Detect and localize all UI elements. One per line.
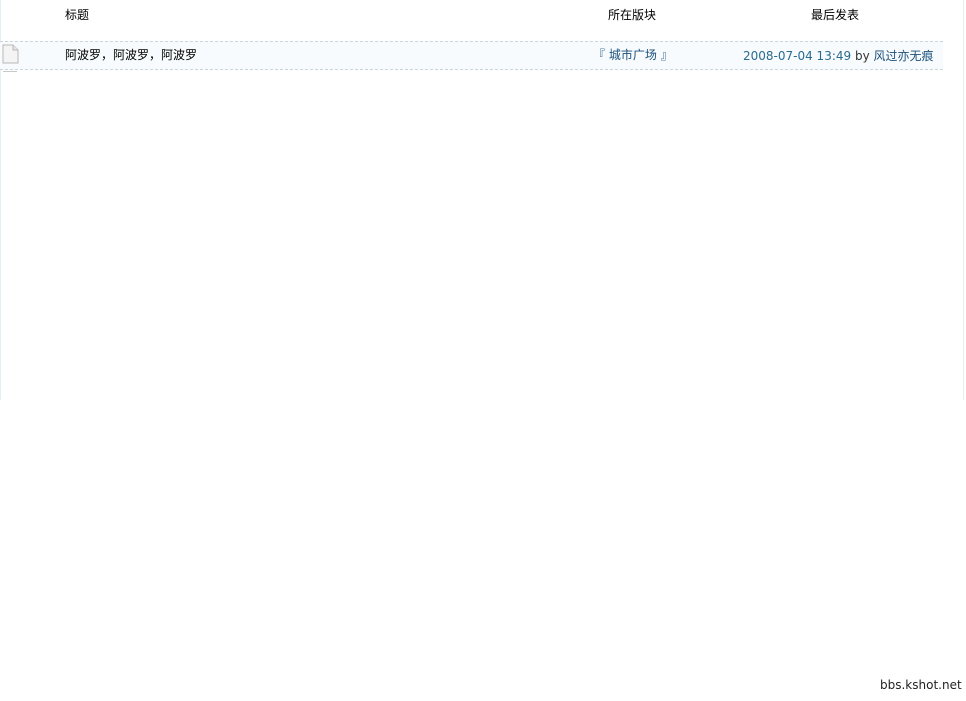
header-title: 标题 (65, 8, 90, 22)
table-row: 阿波罗，阿波罗，阿波罗 『 城市广场 』 2008-07-04 13:49 by… (0, 41, 943, 70)
forum-bracket-close: 』 (660, 48, 673, 62)
last-post-user-link[interactable]: 风过亦无痕 (874, 49, 934, 63)
last-post-time: 2008-07-04 13:49 (743, 49, 852, 63)
frame-right-edge (963, 0, 964, 400)
header-forum: 所在版块 (608, 8, 657, 22)
table-header: 标题 所在版块 最后发表 (0, 0, 944, 30)
row-divider-mark (3, 71, 17, 76)
page: 标题 所在版块 最后发表 阿波罗，阿波罗，阿波罗 『 城市广场 』 2008-0… (0, 0, 966, 701)
topic-forum: 『 城市广场 』 (593, 47, 673, 63)
forum-link[interactable]: 城市广场 (609, 48, 657, 62)
watermark-text: bbs.kshot.net (880, 678, 962, 692)
last-post-by-label: by (854, 49, 870, 63)
topic-title-link[interactable]: 阿波罗，阿波罗，阿波罗 (65, 47, 197, 63)
forum-bracket-open: 『 (593, 48, 606, 62)
last-post-info: 2008-07-04 13:49 by 风过亦无痕 (743, 48, 934, 64)
header-last-post: 最后发表 (811, 8, 860, 22)
document-icon (2, 44, 19, 64)
